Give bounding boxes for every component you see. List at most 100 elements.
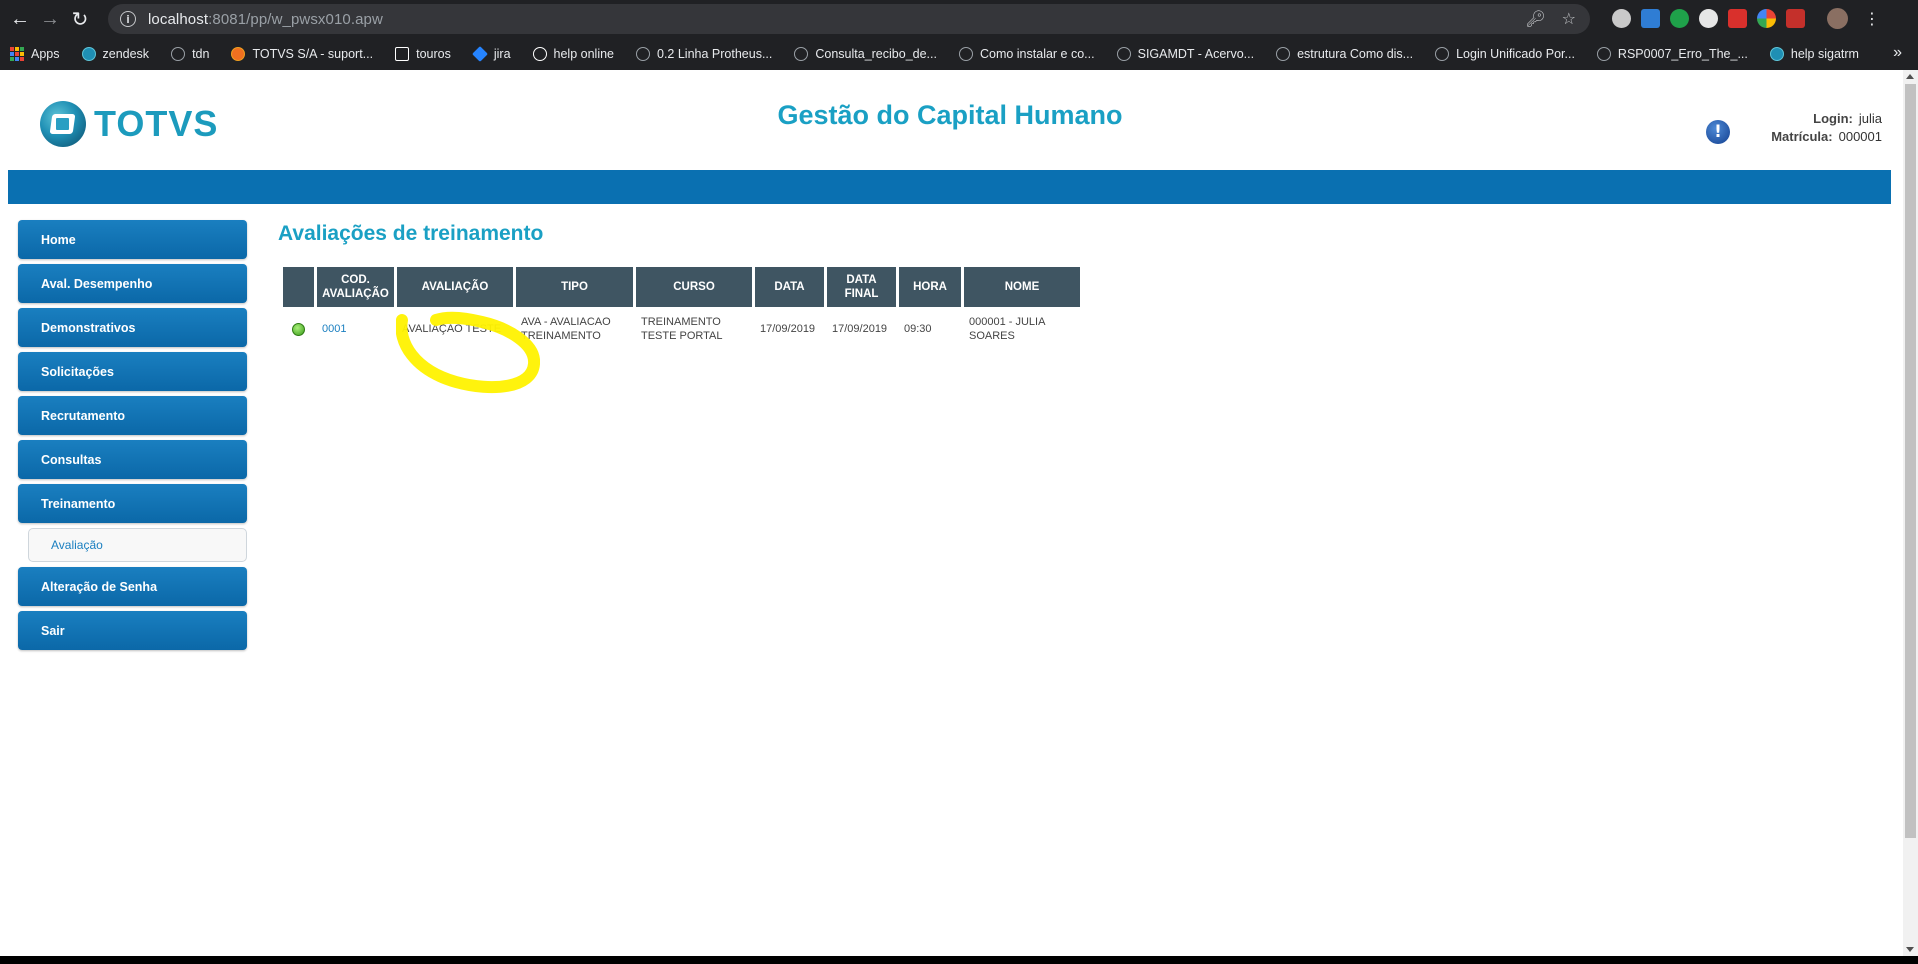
alert-icon[interactable]: !	[1706, 120, 1730, 144]
clock-extension-icon[interactable]	[1699, 9, 1718, 28]
column-header-hora[interactable]: HORA	[899, 267, 961, 307]
table-row[interactable]: 0001 AVALIAÇAO TESTE AVA - AVALIACAO TRE…	[283, 307, 1080, 351]
bookmark-favicon	[81, 47, 96, 61]
globe-icon	[1596, 47, 1611, 61]
bookmarks-overflow[interactable]: »	[1893, 44, 1902, 62]
bookmark-item[interactable]: estrutura Como dis...	[1276, 47, 1413, 61]
globe-icon	[636, 47, 650, 61]
sidebar-item-solicitacoes[interactable]: Solicitações	[18, 352, 247, 391]
extension-icons: ⋮	[1612, 8, 1880, 29]
globe-icon	[794, 47, 809, 61]
sidebar-item-sair[interactable]: Sair	[18, 611, 247, 650]
bookmark-item[interactable]: zendesk	[81, 47, 149, 61]
scroll-down-arrow-icon[interactable]	[1906, 947, 1914, 952]
matricula-label: Matrícula:	[1771, 129, 1833, 144]
bookmark-item[interactable]: touros	[395, 47, 451, 61]
extension-icon[interactable]	[1728, 9, 1747, 28]
bookmark-favicon	[1769, 47, 1784, 61]
bookmark-item[interactable]: jira	[471, 46, 511, 62]
extension-icon[interactable]	[1612, 9, 1631, 28]
globe-icon	[1116, 47, 1131, 61]
back-arrow-icon[interactable]: ←	[5, 4, 35, 34]
menu-dots-icon[interactable]: ⋮	[1864, 9, 1880, 29]
user-info: Login: julia Matrícula: 000001	[1771, 110, 1882, 146]
bookmarks-bar: Apps zendesk tdn TOTVS S/A - suport... t…	[0, 38, 1918, 70]
star-icon[interactable]: ☆	[1562, 9, 1576, 29]
bookmark-item[interactable]: SIGAMDT - Acervo...	[1116, 47, 1254, 61]
sidebar-item-demonstrativos[interactable]: Demonstrativos	[18, 308, 247, 347]
scroll-up-arrow-icon[interactable]	[1906, 74, 1914, 79]
bookmark-item[interactable]: Login Unificado Por...	[1435, 47, 1575, 61]
column-header-cod[interactable]: COD. AVALIAÇÃO	[317, 267, 394, 307]
curso-cell: TREINAMENTO TESTE PORTAL	[641, 316, 723, 342]
globe-icon	[171, 47, 186, 61]
google-icon[interactable]	[1757, 9, 1776, 28]
address-bar[interactable]: i localhost:8081/pp/w_pwsx010.apw 🔑︎ ☆	[108, 4, 1590, 34]
login-value: julia	[1858, 111, 1882, 126]
site-info-icon[interactable]: i	[120, 11, 136, 27]
bookmark-item[interactable]: help sigatrm	[1769, 47, 1859, 61]
hora-cell: 09:30	[904, 323, 932, 335]
url-text[interactable]: localhost:8081/pp/w_pwsx010.apw	[148, 11, 383, 28]
column-header-nome[interactable]: NOME	[964, 267, 1080, 307]
column-header-status	[283, 267, 314, 307]
avaliacao-cell: AVALIAÇAO TESTE	[402, 323, 502, 335]
sidebar-item-alteracao-senha[interactable]: Alteração de Senha	[18, 567, 247, 606]
bookmark-item[interactable]: 0.2 Linha Protheus...	[636, 47, 772, 61]
globe-icon	[532, 47, 547, 61]
sidebar-subitem-avaliacao[interactable]: Avaliação	[28, 528, 247, 562]
globe-icon	[958, 47, 973, 61]
evaluations-table: COD. AVALIAÇÃO AVALIAÇÃO TIPO CURSO DATA…	[280, 267, 1083, 351]
header-band	[8, 170, 1891, 204]
nome-cell: 000001 - JULIA SOARES	[969, 316, 1045, 342]
bookmark-item[interactable]: RSP0007_Erro_The_...	[1596, 47, 1748, 61]
jira-icon	[471, 46, 488, 62]
status-cell	[283, 307, 314, 351]
browser-toolbar: ← → ↻ i localhost:8081/pp/w_pwsx010.apw …	[0, 0, 1918, 38]
bottom-edge	[0, 956, 1918, 964]
globe-icon	[1276, 47, 1291, 61]
sidebar-item-consultas[interactable]: Consultas	[18, 440, 247, 479]
data-final-cell: 17/09/2019	[832, 323, 888, 335]
data-cell: 17/09/2019	[760, 323, 816, 335]
sidebar-item-treinamento[interactable]: Treinamento	[18, 484, 247, 523]
bookmark-favicon	[395, 47, 410, 61]
page-scrollbar[interactable]	[1903, 70, 1918, 956]
pdf-extension-icon[interactable]	[1786, 9, 1805, 28]
status-ok-icon	[292, 322, 305, 336]
apps-grid-icon	[10, 47, 24, 61]
cod-link[interactable]: 0001	[322, 323, 346, 335]
web-page: TOTVS Gestão do Capital Humano ! Login: j…	[0, 70, 1918, 956]
bookmark-item[interactable]: TOTVS S/A - suport...	[231, 47, 373, 61]
forward-arrow-icon[interactable]: →	[35, 4, 65, 34]
column-header-data[interactable]: DATA	[755, 267, 824, 307]
matricula-value: 000001	[1838, 129, 1882, 144]
sidebar-item-aval-desempenho[interactable]: Aval. Desempenho	[18, 264, 247, 303]
extension-icon[interactable]	[1670, 9, 1689, 28]
sidebar-item-recrutamento[interactable]: Recrutamento	[18, 396, 247, 435]
bookmark-item[interactable]: tdn	[171, 47, 209, 61]
app-title: Gestão do Capital Humano	[777, 100, 1123, 130]
bookmark-item[interactable]: Consulta_recibo_de...	[794, 47, 937, 61]
page-title: Avaliações de treinamento	[278, 222, 544, 245]
profile-avatar[interactable]	[1827, 8, 1848, 29]
column-header-avaliacao[interactable]: AVALIAÇÃO	[397, 267, 513, 307]
tipo-cell: AVA - AVALIACAO TREINAMENTO	[521, 316, 611, 342]
sidebar-item-home[interactable]: Home	[18, 220, 247, 259]
table-header-row: COD. AVALIAÇÃO AVALIAÇÃO TIPO CURSO DATA…	[283, 267, 1080, 307]
extension-icon[interactable]	[1641, 9, 1660, 28]
key-icon[interactable]: 🔑︎	[1525, 9, 1545, 29]
bookmark-item[interactable]: Como instalar e co...	[958, 47, 1095, 61]
globe-icon	[1435, 47, 1450, 61]
column-header-curso[interactable]: CURSO	[636, 267, 752, 307]
column-header-data-final[interactable]: DATA FINAL	[827, 267, 896, 307]
column-header-tipo[interactable]: TIPO	[516, 267, 633, 307]
reload-icon[interactable]: ↻	[65, 4, 95, 34]
bookmark-favicon	[231, 47, 246, 61]
scrollbar-thumb[interactable]	[1905, 84, 1916, 838]
bookmark-apps[interactable]: Apps	[10, 47, 60, 61]
browser-chrome: ← → ↻ i localhost:8081/pp/w_pwsx010.apw …	[0, 0, 1918, 70]
bookmark-item[interactable]: help online	[532, 47, 614, 61]
login-label: Login:	[1813, 111, 1853, 126]
cod-cell: 0001	[317, 307, 394, 351]
